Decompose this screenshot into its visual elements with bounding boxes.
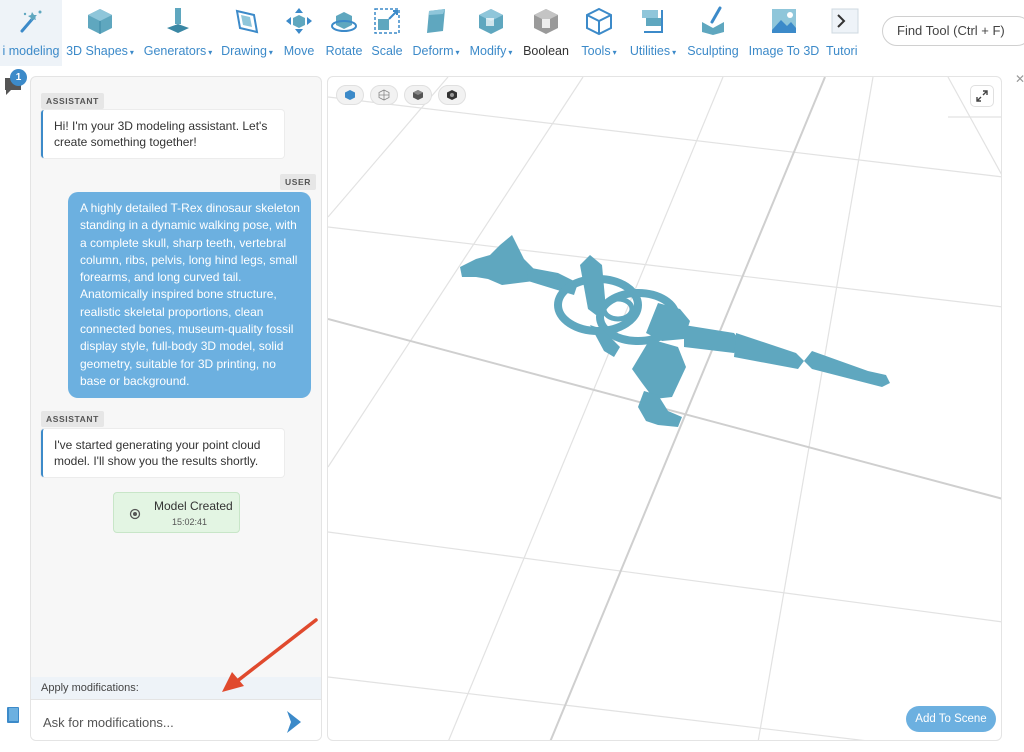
- 3d-viewport[interactable]: Add To Scene: [327, 76, 1002, 741]
- tool-label: Rotate: [325, 44, 363, 58]
- tool-boolean[interactable]: Boolean: [518, 0, 574, 66]
- tool-tools[interactable]: Tools ▾: [574, 0, 624, 66]
- trex-skeleton-model[interactable]: [460, 235, 890, 427]
- tool-label: Drawing: [221, 44, 267, 58]
- tool-deform[interactable]: Deform ▾: [408, 0, 464, 66]
- tool-label: Sculpting: [687, 44, 739, 58]
- tool-label: Move: [283, 44, 315, 58]
- expand-icon: [976, 90, 988, 102]
- sculpting-icon: [698, 6, 728, 36]
- book-icon[interactable]: [6, 706, 20, 724]
- drawing-icon: [232, 6, 262, 36]
- view-shaded-button[interactable]: [404, 85, 432, 105]
- shaded-cube-icon: [413, 90, 423, 100]
- rotate-icon: [329, 6, 359, 36]
- role-label-user: USER: [280, 174, 317, 190]
- utilities-icon: [638, 6, 668, 36]
- tool-label: Tools: [581, 44, 611, 58]
- fullscreen-button[interactable]: [970, 85, 994, 107]
- chevron-down-icon: ▾: [508, 48, 513, 57]
- tool-3d-shapes[interactable]: 3D Shapes ▾: [62, 0, 138, 66]
- tool-rotate[interactable]: Rotate: [322, 0, 366, 66]
- material-cube-icon: [447, 90, 457, 100]
- add-to-scene-button[interactable]: Add To Scene: [906, 706, 996, 732]
- tool-label: Utilities: [629, 44, 671, 58]
- chat-panel: ASSISTANT Hi! I'm your 3D modeling assis…: [30, 76, 322, 741]
- role-label-assistant: ASSISTANT: [41, 411, 104, 427]
- deform-icon: [421, 6, 451, 36]
- terminal-icon: [830, 6, 860, 36]
- modifications-input[interactable]: [43, 711, 273, 733]
- target-icon: [129, 507, 141, 520]
- tool-label: Scale: [371, 44, 403, 58]
- send-arrow-icon[interactable]: [283, 709, 305, 735]
- tool-label: Tutori: [826, 44, 858, 58]
- boolean-icon: [531, 6, 561, 36]
- tool-utilities[interactable]: Utilities ▾: [624, 0, 682, 66]
- tool-scale[interactable]: Scale: [366, 0, 408, 66]
- tool-drawing[interactable]: Drawing ▾: [218, 0, 276, 66]
- tool-sculpting[interactable]: Sculpting: [682, 0, 744, 66]
- apply-modifications-label: Apply modifications:: [31, 677, 321, 699]
- tool-generators[interactable]: Generators ▾: [138, 0, 218, 66]
- view-wireframe-button[interactable]: [370, 85, 398, 105]
- wireframe-cube-icon: [378, 89, 390, 101]
- viewport-canvas[interactable]: [328, 77, 1002, 741]
- tool-modify[interactable]: Modify ▾: [464, 0, 518, 66]
- modify-icon: [476, 6, 506, 36]
- tool-label: Boolean: [523, 44, 569, 58]
- chevron-down-icon: ▾: [672, 48, 677, 57]
- tool-label: Image To 3D: [748, 44, 820, 58]
- model-created-title: Model Created: [154, 499, 233, 513]
- model-created-card[interactable]: Model Created 15:02:41: [113, 492, 240, 533]
- tool-label: Modify: [469, 44, 507, 58]
- stamp-icon: [163, 6, 193, 36]
- chevron-down-icon: ▾: [268, 48, 273, 57]
- close-icon[interactable]: ✕: [1015, 72, 1024, 86]
- chevron-down-icon: ▾: [455, 48, 460, 57]
- move-arrows-icon: [284, 6, 314, 36]
- chevron-down-icon: ▾: [129, 48, 134, 57]
- tool-label: Deform: [412, 44, 454, 58]
- notification-badge: 1: [10, 69, 27, 86]
- model-created-time: 15:02:41: [172, 517, 208, 527]
- role-label-assistant: ASSISTANT: [41, 93, 104, 109]
- tool-move[interactable]: Move: [276, 0, 322, 66]
- user-message: A highly detailed T-Rex dinosaur skeleto…: [68, 192, 311, 398]
- right-rail: [1004, 66, 1024, 752]
- tool-label: Generators: [143, 44, 207, 58]
- chat-input-row: [31, 699, 321, 740]
- magic-wand-icon: [16, 6, 46, 36]
- tool-label: 3D Shapes: [66, 44, 128, 58]
- tool-ai-modeling[interactable]: i modeling: [0, 0, 62, 66]
- left-rail: [0, 66, 28, 752]
- tool-image-to-3d[interactable]: Image To 3D: [744, 0, 824, 66]
- tool-tutorials[interactable]: Tutori: [824, 0, 864, 66]
- scale-icon: [372, 6, 402, 36]
- box-open-icon: [584, 6, 614, 36]
- assistant-message: Hi! I'm your 3D modeling assistant. Let'…: [41, 110, 284, 158]
- solid-cube-icon: [345, 90, 355, 100]
- assistant-message: I've started generating your point cloud…: [41, 429, 284, 477]
- chevron-down-icon: ▾: [612, 48, 617, 57]
- view-material-button[interactable]: [438, 85, 466, 105]
- cube-icon: [85, 6, 115, 36]
- view-solid-button[interactable]: [336, 85, 364, 105]
- tool-label: i modeling: [2, 44, 60, 58]
- image-icon: [769, 6, 799, 36]
- main-toolbar: i modeling 3D Shapes ▾ Generators ▾ Drawin…: [0, 0, 1024, 66]
- find-tool-input[interactable]: Find Tool (Ctrl + F): [882, 16, 1024, 46]
- chevron-down-icon: ▾: [208, 48, 213, 57]
